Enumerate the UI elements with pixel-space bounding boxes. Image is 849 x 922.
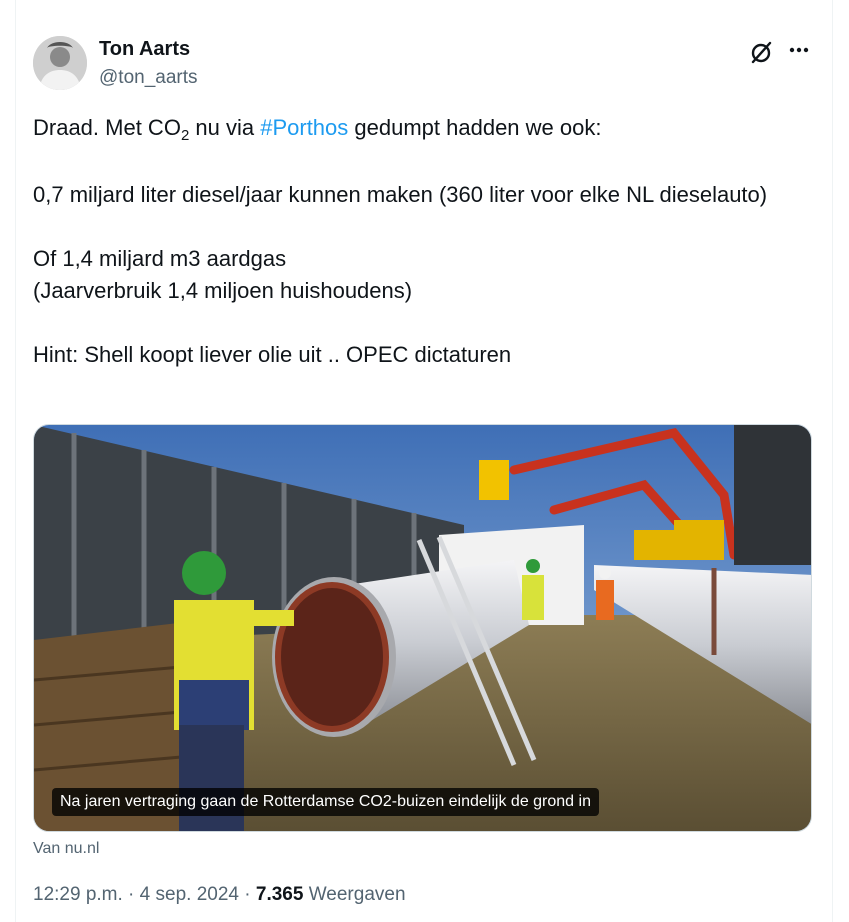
separator-dot: · bbox=[238, 884, 256, 905]
pipeline-photo bbox=[34, 425, 811, 831]
author-name[interactable]: Ton Aarts bbox=[99, 38, 190, 61]
avatar[interactable] bbox=[33, 36, 87, 90]
tweet-text-part: nu via bbox=[189, 115, 261, 140]
link-source[interactable]: Van nu.nl bbox=[33, 840, 99, 858]
tweet-paragraph-2: 0,7 miljard liter diesel/jaar kunnen mak… bbox=[33, 182, 768, 207]
tweet-line-1: Draad. Met CO2 nu via #Porthos gedumpt h… bbox=[33, 112, 813, 147]
grok-slash-icon[interactable] bbox=[748, 38, 776, 66]
views-label: Weergaven bbox=[303, 884, 406, 905]
hashtag-porthos-link[interactable]: #Porthos bbox=[260, 115, 348, 140]
author-handle[interactable]: @ton_aarts bbox=[99, 67, 198, 89]
tweet-paragraph-3-line-2: (Jaarverbruik 1,4 miljoen huishoudens) bbox=[33, 278, 413, 303]
subscript-2: 2 bbox=[180, 127, 190, 144]
link-card-image[interactable]: Na jaren vertraging gaan de Rotterdamse … bbox=[33, 424, 812, 832]
views-count: 7.365 bbox=[255, 884, 304, 905]
more-dots-icon[interactable] bbox=[786, 38, 814, 66]
tweet-paragraph-3-line-1: Of 1,4 miljard m3 aardgas bbox=[33, 246, 287, 271]
tweet-text-part: gedumpt hadden we ook: bbox=[348, 115, 602, 140]
separator-dot: · bbox=[122, 884, 140, 905]
tweet-text-part: Draad. Met CO bbox=[33, 115, 181, 140]
tweet-time[interactable]: 12:29 p.m. bbox=[33, 884, 123, 905]
link-card-caption: Na jaren vertraging gaan de Rotterdamse … bbox=[52, 788, 599, 816]
tweet-text: Draad. Met CO2 nu via #Porthos gedumpt h… bbox=[33, 112, 813, 371]
tweet-paragraph-4: Hint: Shell koopt liever olie uit .. OPE… bbox=[33, 342, 512, 367]
tweet-date[interactable]: 4 sep. 2024 bbox=[140, 884, 239, 905]
tweet-meta: 12:29 p.m. · 4 sep. 2024 · 7.365 Weergav… bbox=[33, 884, 406, 906]
